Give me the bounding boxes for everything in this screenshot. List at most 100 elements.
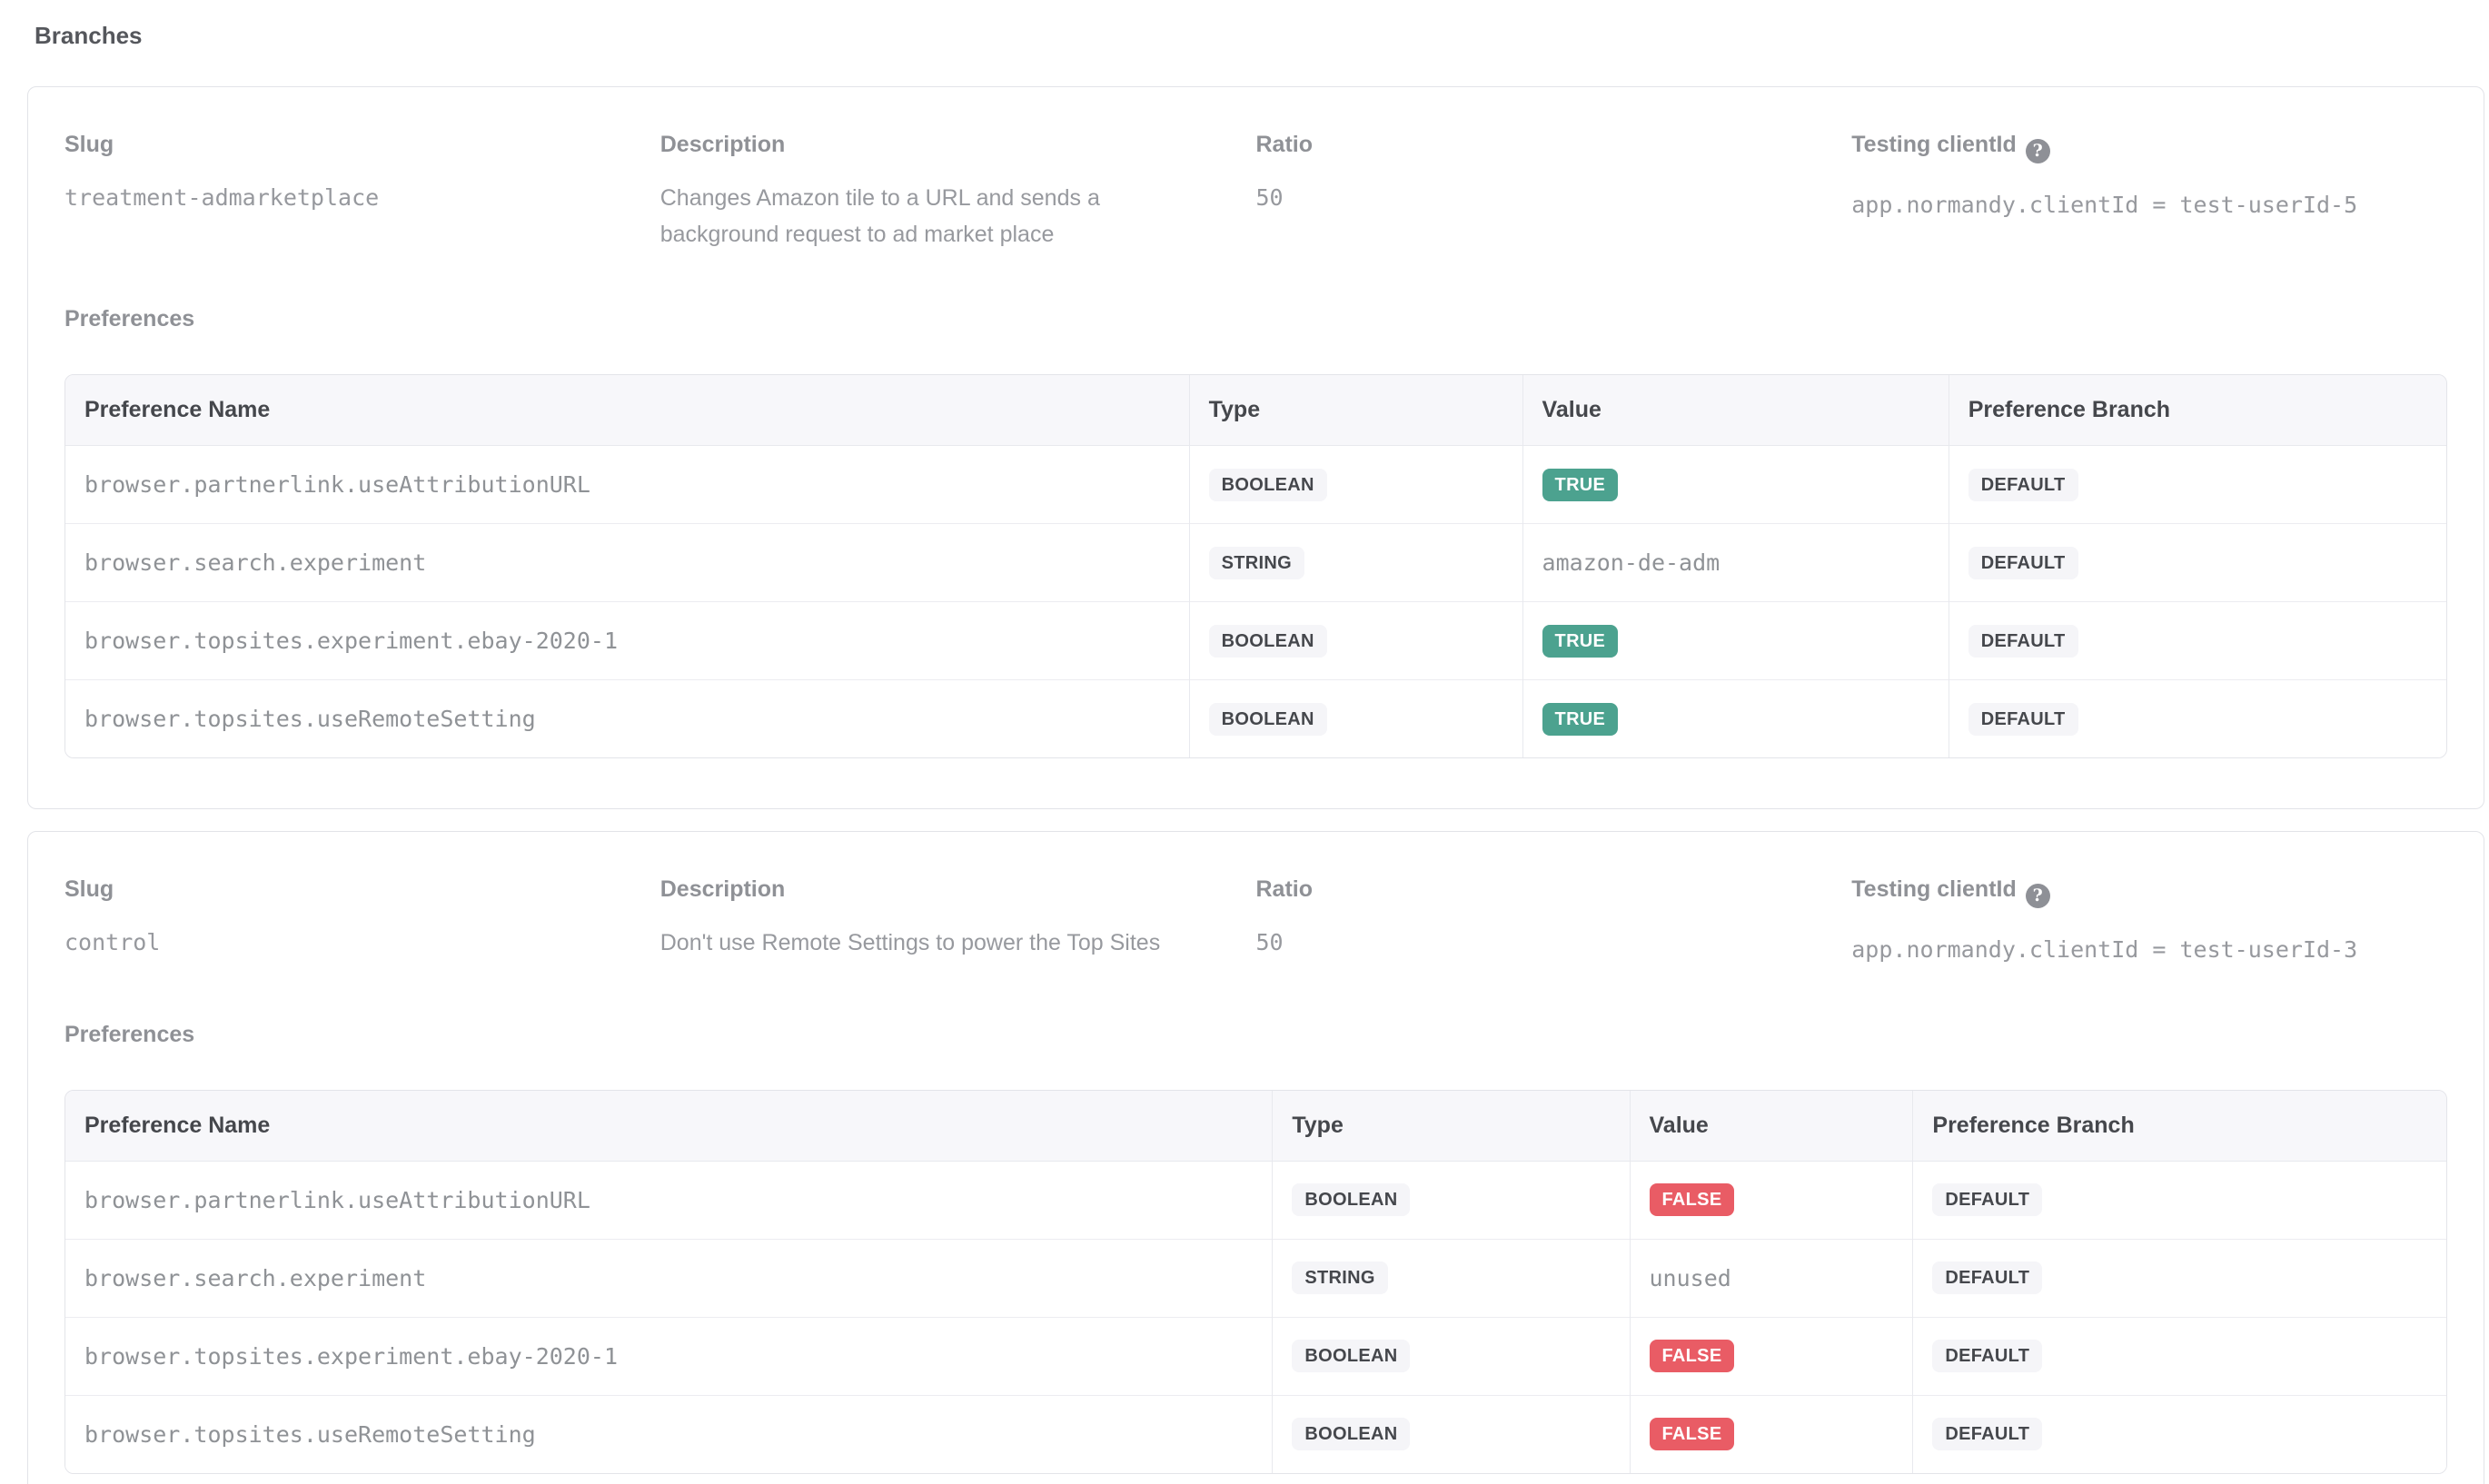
help-icon[interactable]: ? [2026, 884, 2050, 908]
type-cell: BOOLEAN [1273, 1317, 1630, 1395]
description-label: Description [660, 133, 1256, 156]
preference-row: browser.topsites.experiment.ebay-2020-1 B… [65, 602, 2446, 680]
preference-row: browser.partnerlink.useAttributionURLBOO… [65, 446, 2446, 524]
branch-badge: DEFAULT [1968, 469, 2078, 501]
testing-clientid-label: Testing clientId? [1851, 877, 2447, 908]
ratio-label: Ratio [1256, 877, 1852, 901]
column-header-type: Type [1273, 1091, 1630, 1162]
value-text: unused [1650, 1265, 1731, 1291]
preferences-table: Preference Name Type Value Preference Br… [64, 1090, 2447, 1474]
description-label: Description [660, 877, 1256, 901]
type-cell: BOOLEAN [1189, 602, 1522, 680]
preference-row: browser.search.experiment STRING amazon-de… [65, 524, 2446, 602]
type-badge: BOOLEAN [1292, 1183, 1410, 1216]
value-badge: FALSE [1650, 1340, 1735, 1372]
preference-branch-cell: DEFAULT [1913, 1239, 2446, 1317]
preference-row: browser.search.experimentSTRINGunusedDEF… [65, 1239, 2446, 1317]
branch-badge: DEFAULT [1932, 1183, 2042, 1216]
preference-name-cell: browser.partnerlink.useAttributionURL [65, 1161, 1273, 1239]
preference-name-cell: browser.search.experiment [65, 1239, 1273, 1317]
column-header-preference-branch: Preference Branch [1949, 375, 2446, 446]
preferences-table: Preference Name Type Value Preference Br… [64, 374, 2447, 758]
ratio-field: Ratio 50 [1256, 877, 1852, 961]
ratio-value: 50 [1256, 925, 1852, 961]
preference-branch-cell: DEFAULT [1913, 1161, 2446, 1239]
branch-badge: DEFAULT [1932, 1261, 2042, 1294]
preference-branch-cell: DEFAULT [1949, 446, 2446, 524]
branch-card: Slug treatment-admarketplace Description… [27, 86, 2484, 809]
type-badge: BOOLEAN [1292, 1340, 1410, 1372]
type-badge: BOOLEAN [1209, 703, 1327, 736]
table-header-row: Preference Name Type Value Preference Br… [65, 1091, 2446, 1162]
branch-badge: DEFAULT [1932, 1340, 2042, 1372]
value-badge: TRUE [1542, 469, 1619, 501]
preference-branch-cell: DEFAULT [1949, 602, 2446, 680]
ratio-field: Ratio 50 [1256, 133, 1852, 216]
preference-name-cell: browser.partnerlink.useAttributionURL [65, 446, 1189, 524]
page-title: Branches [35, 22, 2489, 50]
testing-clientid-field: Testing clientId? app.normandy.clientId … [1851, 133, 2447, 223]
branch-badge: DEFAULT [1968, 625, 2078, 658]
slug-label: Slug [64, 877, 660, 901]
description-value: Changes Amazon tile to a URL and sends a… [660, 180, 1169, 252]
slug-value: treatment-admarketplace [64, 180, 660, 216]
value-text: amazon-de-adm [1542, 549, 1720, 576]
preference-name-cell: browser.search.experiment [65, 524, 1189, 602]
preference-name: browser.topsites.useRemoteSetting [84, 706, 536, 732]
column-header-type: Type [1189, 375, 1522, 446]
type-badge: BOOLEAN [1292, 1418, 1410, 1450]
branch-badge: DEFAULT [1932, 1418, 2042, 1450]
description-field: Description Changes Amazon tile to a URL… [660, 133, 1256, 252]
column-header-preference-name: Preference Name [65, 375, 1189, 446]
type-cell: BOOLEAN [1273, 1161, 1630, 1239]
type-cell: BOOLEAN [1189, 446, 1522, 524]
type-cell: BOOLEAN [1273, 1395, 1630, 1473]
slug-field: Slug control [64, 877, 660, 961]
branch-fields: Slug treatment-admarketplace Description… [64, 133, 2447, 252]
value-badge: TRUE [1542, 703, 1619, 736]
value-cell: FALSE [1630, 1395, 1913, 1473]
description-field: Description Don't use Remote Settings to… [660, 877, 1256, 961]
slug-label: Slug [64, 133, 660, 156]
type-badge: STRING [1209, 547, 1304, 579]
preference-name-cell: browser.topsites.useRemoteSetting [65, 680, 1189, 758]
type-cell: STRING [1189, 524, 1522, 602]
testing-clientid-label-text: Testing clientId [1851, 876, 2017, 902]
slug-field: Slug treatment-admarketplace [64, 133, 660, 216]
preference-name: browser.search.experiment [84, 549, 426, 576]
branch-fields: Slug control Description Don't use Remot… [64, 877, 2447, 968]
ratio-value: 50 [1256, 180, 1852, 216]
preference-name: browser.partnerlink.useAttributionURL [84, 1187, 590, 1213]
branches-page: Branches Slug treatment-admarketplace De… [0, 0, 2489, 1484]
preference-row: browser.topsites.useRemoteSetting BOOLEAN… [65, 1395, 2446, 1473]
testing-clientid-label-text: Testing clientId [1851, 132, 2017, 157]
preference-name-cell: browser.topsites.experiment.ebay-2020-1 [65, 602, 1189, 680]
preference-branch-cell: DEFAULT [1913, 1317, 2446, 1395]
value-cell: TRUE [1522, 602, 1949, 680]
preferences-heading: Preferences [64, 1023, 2447, 1046]
value-cell: TRUE [1522, 446, 1949, 524]
slug-value: control [64, 925, 660, 961]
preference-name-cell: browser.topsites.useRemoteSetting [65, 1395, 1273, 1473]
preference-name: browser.search.experiment [84, 1265, 426, 1291]
value-cell: amazon-de-adm [1522, 524, 1949, 602]
value-cell: unused [1630, 1239, 1913, 1317]
value-cell: TRUE [1522, 680, 1949, 758]
preference-name-cell: browser.topsites.experiment.ebay-2020-1 [65, 1317, 1273, 1395]
value-badge: FALSE [1650, 1418, 1735, 1450]
value-cell: FALSE [1630, 1317, 1913, 1395]
type-badge: BOOLEAN [1209, 625, 1327, 658]
branch-badge: DEFAULT [1968, 703, 2078, 736]
preference-branch-cell: DEFAULT [1913, 1395, 2446, 1473]
column-header-value: Value [1630, 1091, 1913, 1162]
table-header-row: Preference Name Type Value Preference Br… [65, 375, 2446, 446]
help-icon[interactable]: ? [2026, 139, 2050, 163]
testing-clientid-label: Testing clientId? [1851, 133, 2447, 163]
value-badge: TRUE [1542, 625, 1619, 658]
testing-clientid-value: app.normandy.clientId = test-userId-5 [1851, 187, 2447, 223]
column-header-preference-branch: Preference Branch [1913, 1091, 2446, 1162]
testing-clientid-field: Testing clientId? app.normandy.clientId … [1851, 877, 2447, 968]
preference-branch-cell: DEFAULT [1949, 680, 2446, 758]
value-badge: FALSE [1650, 1183, 1735, 1216]
branch-card: Slug control Description Don't use Remot… [27, 831, 2484, 1484]
